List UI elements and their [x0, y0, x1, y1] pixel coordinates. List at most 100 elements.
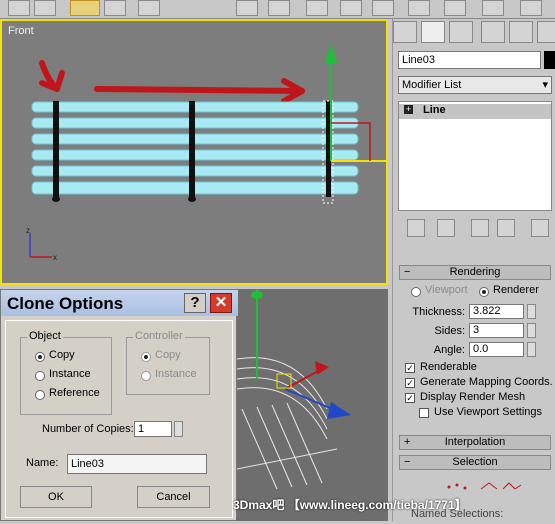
modifier-list-label: Modifier List	[402, 79, 462, 91]
toolbar-button[interactable]	[408, 0, 430, 16]
toolbar-button[interactable]	[8, 0, 30, 16]
toolbar-button[interactable]	[104, 0, 126, 16]
modifier-stack: + Line	[398, 101, 552, 211]
thickness-spinner[interactable]	[527, 304, 536, 319]
modifier-list-dropdown[interactable]: Modifier List ▾	[398, 76, 552, 94]
stack-toolbar	[393, 217, 555, 239]
ctrl-instance-label: Instance	[155, 368, 197, 380]
ctrl-copy-label: Copy	[155, 349, 181, 361]
collapse-icon: −	[404, 456, 411, 468]
renderer-label: Renderer	[493, 284, 539, 296]
axis-tripod: z x	[26, 226, 57, 262]
dialog-title: Clone Options	[7, 294, 124, 313]
viewport-radio[interactable]	[411, 287, 421, 297]
reference-radio[interactable]	[35, 390, 45, 400]
interpolation-header-label: Interpolation	[444, 436, 506, 448]
hierarchy-tab[interactable]	[449, 21, 473, 43]
close-icon: ✕	[214, 294, 228, 311]
toolbar-button[interactable]	[138, 0, 160, 16]
toolbar-button[interactable]	[482, 0, 504, 16]
instance-radio[interactable]	[35, 371, 45, 381]
dialog-body: Object Copy Instance Reference Controlle…	[5, 320, 233, 518]
display-render-mesh-checkbox[interactable]: ✓	[405, 393, 415, 403]
rendering-rollout-header[interactable]: − Rendering	[399, 265, 551, 280]
motion-tab[interactable]	[481, 21, 505, 43]
svg-text:z: z	[26, 226, 30, 235]
help-button[interactable]: ?	[184, 293, 206, 313]
gen-mapping-label: Generate Mapping Coords.	[420, 376, 553, 388]
modify-tab[interactable]	[421, 21, 445, 43]
gen-mapping-checkbox[interactable]: ✓	[405, 378, 415, 388]
panel-tabs	[393, 21, 555, 43]
renderable-checkbox[interactable]: ✓	[405, 363, 415, 373]
copies-spinner[interactable]	[174, 421, 183, 437]
pin-stack-icon[interactable]	[407, 219, 425, 237]
perspective-scene	[236, 289, 351, 490]
copy-radio[interactable]	[35, 352, 45, 362]
toolbar-button[interactable]	[444, 0, 466, 16]
clone-options-dialog: Clone Options ? ✕ Object Copy Instance R…	[0, 289, 238, 521]
gizmo-y-head	[251, 291, 263, 299]
sides-spinner[interactable]	[527, 323, 536, 338]
toolbar-button[interactable]	[520, 0, 542, 16]
perspective-viewport[interactable]	[236, 289, 388, 521]
instance-label: Instance	[49, 368, 91, 380]
object-color-swatch[interactable]	[544, 51, 555, 69]
renderable-label: Renderable	[420, 361, 477, 373]
toolbar-button[interactable]	[268, 0, 290, 16]
ctrl-instance-radio[interactable]	[141, 371, 151, 381]
stack-item-line[interactable]: + Line	[399, 104, 551, 119]
utilities-tab[interactable]	[537, 21, 555, 43]
configure-sets-icon[interactable]	[531, 219, 549, 237]
select-move-button[interactable]	[70, 0, 100, 16]
object-name-input[interactable]: Line03	[398, 51, 541, 69]
toolbar-button[interactable]	[34, 0, 56, 16]
expand-icon: +	[404, 436, 411, 448]
collapse-icon: −	[404, 266, 411, 278]
copies-label: Number of Copies:	[42, 423, 134, 435]
toolbar-button[interactable]	[372, 0, 394, 16]
make-unique-icon[interactable]	[471, 219, 489, 237]
ok-button[interactable]: OK	[20, 486, 92, 508]
toolbar-button[interactable]	[340, 0, 362, 16]
ctrl-copy-radio[interactable]	[141, 352, 151, 362]
cancel-button[interactable]: Cancel	[137, 486, 210, 508]
interpolation-rollout-header[interactable]: + Interpolation	[399, 435, 551, 450]
sides-input[interactable]: 3	[469, 323, 524, 338]
watermark: 3Dmax吧 【www.lineeg.com/tieba/1771】	[233, 498, 467, 512]
expand-icon[interactable]: +	[404, 105, 413, 114]
selection-rollout-header[interactable]: − Selection	[399, 455, 551, 470]
viewport-label: Viewport	[425, 284, 468, 296]
selection-header-label: Selection	[452, 456, 498, 468]
copies-input[interactable]: 1	[134, 421, 172, 437]
reference-label: Reference	[49, 387, 100, 399]
selection-level-icons[interactable]	[443, 477, 523, 495]
renderer-radio[interactable]	[479, 287, 489, 297]
use-viewport-settings-checkbox[interactable]	[419, 408, 429, 418]
angle-spinner[interactable]	[527, 342, 536, 357]
angle-label: Angle:	[433, 344, 465, 356]
thickness-input[interactable]: 3.822	[469, 304, 524, 319]
thickness-label: Thickness:	[412, 306, 465, 318]
bench-wireframe	[236, 357, 338, 490]
show-end-result-icon[interactable]	[437, 219, 455, 237]
sides-label: Sides:	[434, 325, 465, 337]
main-toolbar	[0, 0, 555, 19]
angle-input[interactable]: 0.0	[469, 342, 524, 357]
chevron-down-icon: ▾	[542, 79, 548, 91]
name-input[interactable]: Line03	[67, 454, 207, 474]
display-tab[interactable]	[509, 21, 533, 43]
controller-group: Controller Copy Instance	[126, 330, 210, 395]
close-button[interactable]: ✕	[210, 293, 232, 313]
front-viewport-scene: z x	[26, 43, 386, 262]
stack-item-label: Line	[423, 104, 446, 116]
object-group: Object Copy Instance Reference	[20, 330, 112, 415]
toolbar-button[interactable]	[306, 0, 328, 16]
toolbar-button[interactable]	[236, 0, 258, 16]
display-render-mesh-label: Display Render Mesh	[420, 391, 526, 403]
remove-modifier-icon[interactable]	[497, 219, 515, 237]
copy-label: Copy	[49, 349, 75, 361]
create-tab[interactable]	[393, 21, 417, 43]
front-viewport[interactable]: Front z x	[0, 19, 388, 285]
dialog-titlebar[interactable]: Clone Options ? ✕	[1, 290, 238, 316]
